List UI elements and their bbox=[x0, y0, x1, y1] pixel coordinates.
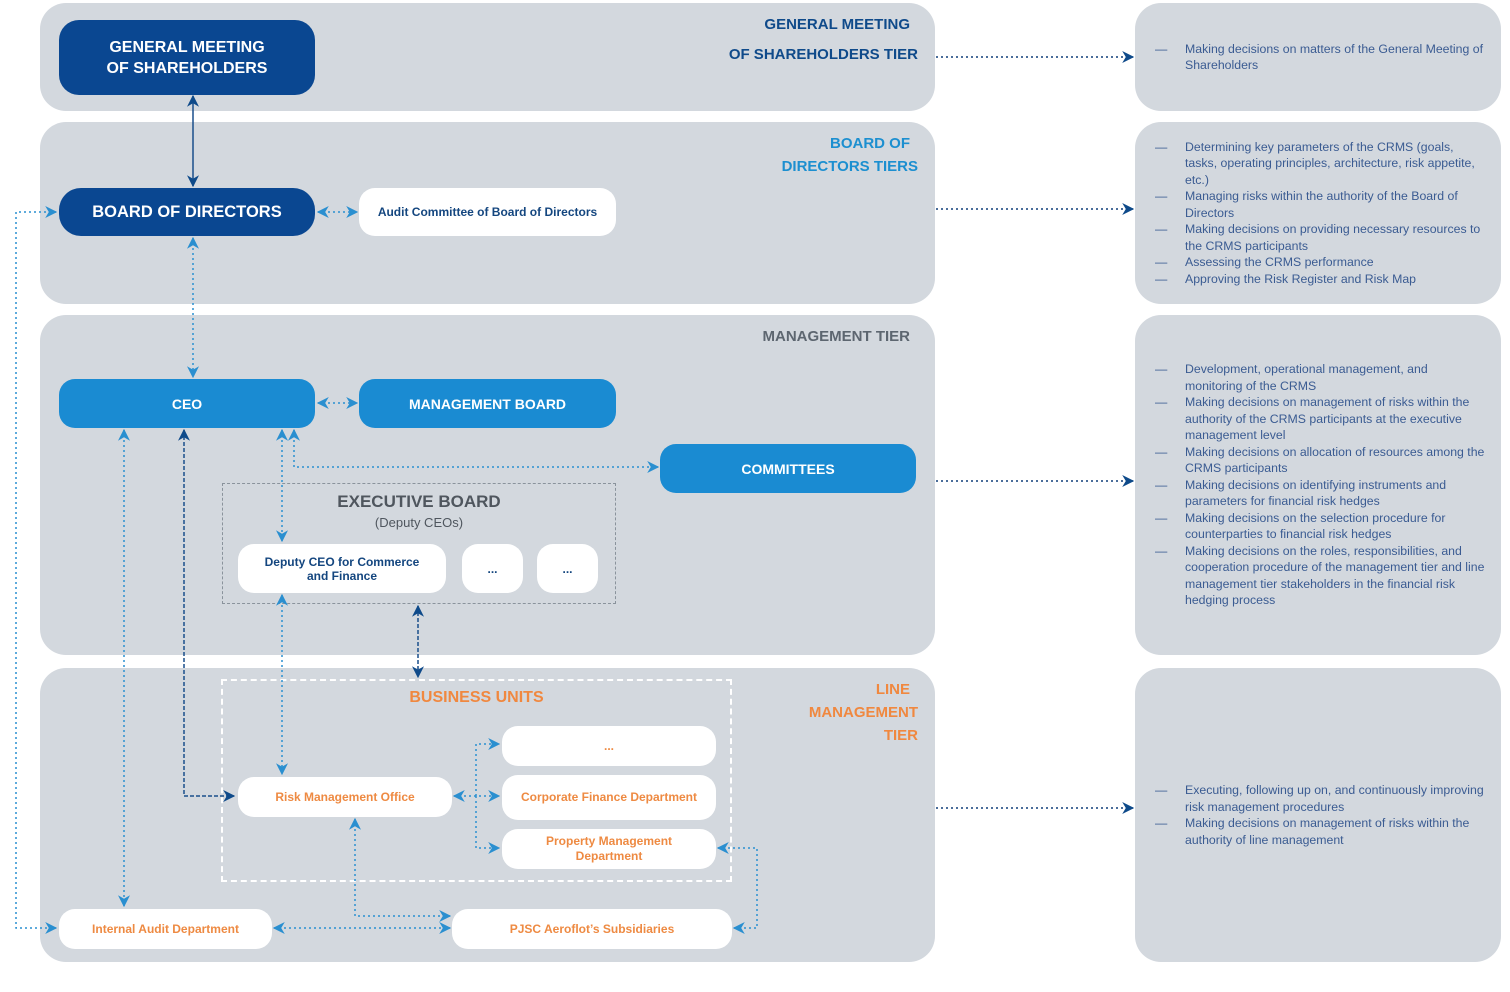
description-panel-line-management: Executing, following up on, and continuo… bbox=[1135, 668, 1501, 962]
description-item: Executing, following up on, and continuo… bbox=[1155, 782, 1485, 815]
description-list: Determining key parameters of the CRMS (… bbox=[1155, 139, 1485, 288]
node-pjsc-aeroflot-subsidiaries[interactable]: PJSC Aeroflot’s Subsidiaries bbox=[452, 909, 732, 949]
node-business-unit-more[interactable]: ... bbox=[502, 726, 716, 766]
tier-label-line: MANAGEMENT TIER bbox=[762, 328, 911, 345]
tier-label-board-of-directors: BOARD OF DIRECTORS TIERS bbox=[640, 132, 918, 178]
tier-label-line: OF SHAREHOLDERS TIER bbox=[728, 46, 918, 63]
business-units-title: BUSINESS UNITS bbox=[409, 689, 544, 706]
description-item: Making decisions on allocation of resour… bbox=[1155, 444, 1485, 477]
node-corporate-finance-department[interactable]: Corporate Finance Department bbox=[502, 775, 716, 820]
node-general-meeting-of-shareholders[interactable]: GENERAL MEETING OF SHAREHOLDERS bbox=[59, 20, 315, 95]
description-panel-board-of-directors: Determining key parameters of the CRMS (… bbox=[1135, 122, 1501, 304]
tier-label-general-meeting: GENERAL MEETING OF SHAREHOLDERS TIER bbox=[640, 13, 918, 66]
node-audit-committee[interactable]: Audit Committee of Board of Directors bbox=[359, 188, 616, 236]
description-item: Managing risks within the authority of t… bbox=[1155, 188, 1485, 221]
description-item: Making decisions on management of risks … bbox=[1155, 394, 1485, 444]
node-risk-management-office[interactable]: Risk Management Office bbox=[238, 777, 452, 817]
description-item: Making decisions on the selection proced… bbox=[1155, 510, 1485, 543]
description-item: Approving the Risk Register and Risk Map bbox=[1155, 271, 1485, 288]
tier-label-line: BOARD OF bbox=[830, 135, 910, 152]
node-property-management-department[interactable]: Property Management Department bbox=[502, 829, 716, 869]
description-list: Development, operational management, and… bbox=[1155, 361, 1485, 609]
description-item: Making decisions on identifying instrume… bbox=[1155, 477, 1485, 510]
description-item: Assessing the CRMS performance bbox=[1155, 254, 1485, 271]
tier-label-line: GENERAL MEETING bbox=[764, 16, 910, 33]
node-deputy-ceo-more[interactable]: ... bbox=[537, 544, 598, 593]
node-label: GENERAL MEETING bbox=[109, 38, 265, 56]
description-item: Development, operational management, and… bbox=[1155, 361, 1485, 394]
description-item: Making decisions on the roles, responsib… bbox=[1155, 543, 1485, 609]
description-item: Making decisions on management of risks … bbox=[1155, 815, 1485, 848]
executive-board-subtitle: (Deputy CEOs) bbox=[374, 515, 464, 530]
tier-label-line: DIRECTORS TIERS bbox=[781, 158, 918, 175]
node-management-board[interactable]: MANAGEMENT BOARD bbox=[359, 379, 616, 428]
node-ceo[interactable]: CEO bbox=[59, 379, 315, 428]
node-label: and Finance bbox=[306, 568, 377, 583]
description-panel-general-meeting: Making decisions on matters of the Gener… bbox=[1135, 3, 1501, 111]
tier-label-management: MANAGEMENT TIER bbox=[640, 325, 911, 348]
description-list: Executing, following up on, and continuo… bbox=[1155, 782, 1485, 848]
description-panel-management: Development, operational management, and… bbox=[1135, 315, 1501, 655]
node-deputy-ceo-more[interactable]: ... bbox=[462, 544, 523, 593]
node-label: Property Management bbox=[545, 834, 673, 848]
node-board-of-directors[interactable]: BOARD OF DIRECTORS bbox=[59, 188, 315, 236]
executive-board-title: EXECUTIVE BOARD bbox=[337, 492, 501, 511]
node-deputy-ceo-commerce-finance[interactable]: Deputy CEO for Commerce and Finance bbox=[238, 544, 446, 593]
node-label: OF SHAREHOLDERS bbox=[106, 59, 268, 77]
node-label: Deputy CEO for Commerce bbox=[264, 554, 420, 569]
node-internal-audit-department[interactable]: Internal Audit Department bbox=[59, 909, 272, 949]
node-committees[interactable]: COMMITTEES bbox=[660, 444, 916, 493]
description-item: Determining key parameters of the CRMS (… bbox=[1155, 139, 1485, 189]
description-item: Making decisions on providing necessary … bbox=[1155, 221, 1485, 254]
node-label: Department bbox=[575, 849, 643, 863]
description-item: Making decisions on matters of the Gener… bbox=[1155, 41, 1485, 74]
description-list: Making decisions on matters of the Gener… bbox=[1155, 41, 1485, 74]
